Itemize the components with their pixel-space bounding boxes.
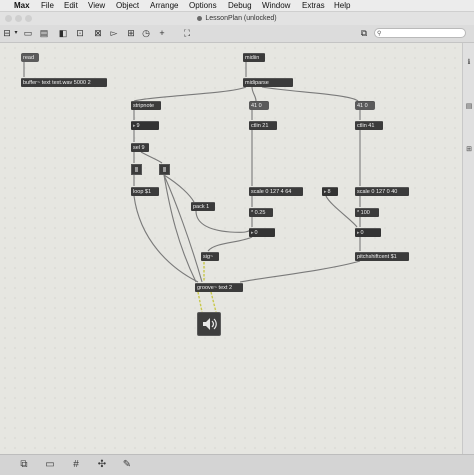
signal-cord[interactable]: [210, 291, 217, 313]
message-box[interactable]: 41 0: [249, 101, 269, 110]
pitchshift-object[interactable]: pitchshiftcent $1: [355, 252, 409, 261]
sig-object[interactable]: sig~: [201, 252, 219, 261]
midiparse-object[interactable]: midiparse: [243, 78, 293, 87]
patch-cord[interactable]: [133, 86, 247, 102]
number-box[interactable]: 9: [131, 121, 159, 130]
patch-cord[interactable]: [195, 210, 253, 233]
bottom-toolbar: ⧉ ▭ # ✣ ✎: [0, 454, 474, 475]
wrench-icon[interactable]: ✎: [121, 459, 133, 471]
read-message[interactable]: read: [21, 53, 39, 62]
scale-object[interactable]: scale 0 127 0 40: [355, 187, 409, 196]
presentation-icon[interactable]: ⧉: [18, 459, 30, 471]
sel-object[interactable]: sel 9: [131, 143, 149, 152]
buffer-object[interactable]: buffer~ text text.wav 5000 2: [21, 78, 107, 87]
windows-icon[interactable]: ▭: [44, 459, 56, 471]
inspector-icon[interactable]: ℹ: [465, 59, 473, 67]
patch-cords: [23, 62, 361, 313]
patch-cord[interactable]: [163, 174, 197, 283]
grid-icon[interactable]: ⊞: [465, 146, 473, 154]
number-box[interactable]: 0: [355, 228, 381, 237]
patch-cord[interactable]: [251, 86, 257, 102]
patch-cord[interactable]: [140, 151, 163, 164]
signal-cord[interactable]: [197, 291, 203, 313]
toggle[interactable]: [159, 164, 170, 175]
patch-cord[interactable]: [207, 236, 253, 252]
ctlin-21-object[interactable]: ctlin 21: [249, 121, 277, 130]
pack-object[interactable]: pack 1: [191, 202, 215, 211]
number-box[interactable]: 0: [249, 228, 275, 237]
patch-cord[interactable]: [239, 260, 361, 283]
number-box[interactable]: 8: [322, 187, 338, 196]
speaker-icon: [203, 318, 217, 330]
stripnote-object[interactable]: stripnote: [131, 101, 161, 110]
loop-message[interactable]: loop $1: [131, 187, 159, 196]
scale-object[interactable]: scale 0 127 4 64: [249, 187, 303, 196]
patch-cord[interactable]: [261, 86, 359, 102]
ctlin-41-object[interactable]: ctlin 41: [355, 121, 383, 130]
patch-cord[interactable]: [163, 174, 203, 283]
format-icon[interactable]: ▤: [465, 103, 473, 111]
patch-cord[interactable]: [325, 195, 358, 228]
message-box[interactable]: 41 0: [355, 101, 375, 110]
groove-object[interactable]: groove~ text 2: [195, 283, 243, 292]
multiply-object[interactable]: * 100: [355, 208, 379, 217]
multiply-object[interactable]: * 0.25: [249, 208, 273, 217]
grid-icon[interactable]: #: [70, 459, 82, 471]
midiin-object[interactable]: midiin: [243, 53, 265, 62]
toggle[interactable]: [131, 164, 142, 175]
right-sidebar: ℹ ▤ ⊞: [462, 43, 474, 454]
snap-icon[interactable]: ✣: [96, 459, 108, 471]
speaker-icon[interactable]: [197, 312, 221, 336]
